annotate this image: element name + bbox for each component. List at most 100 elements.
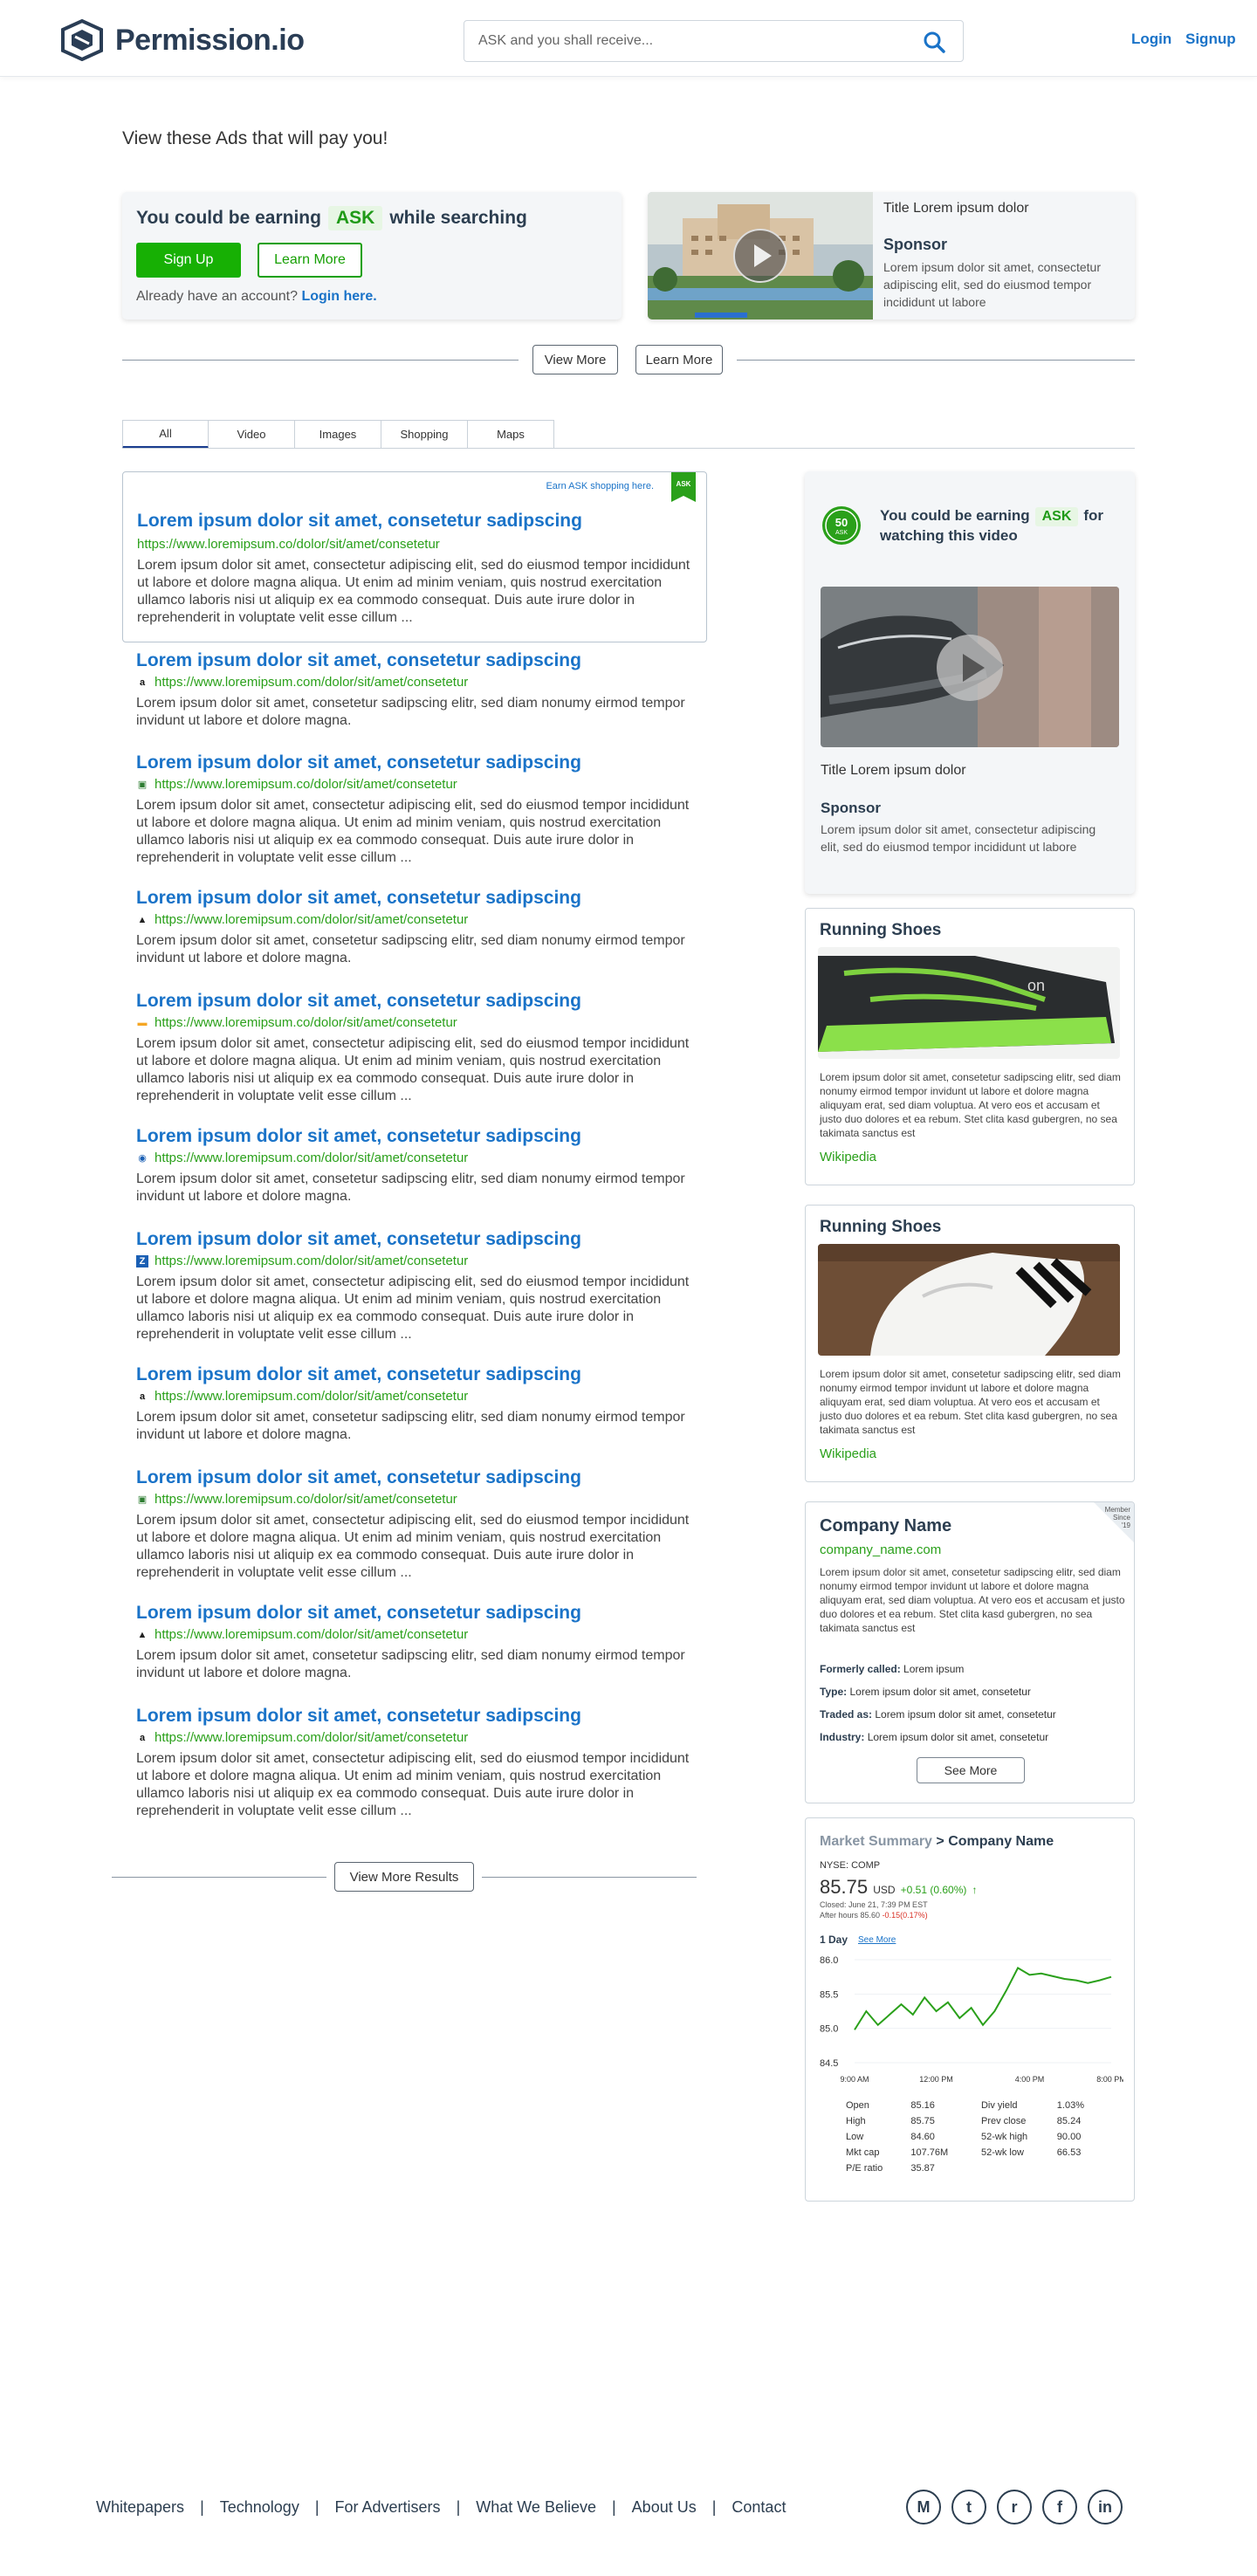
stock-stats: Open 85.16 Div yield 1.03% High 85.75 Prev clo… — [846, 2098, 1116, 2176]
wikipedia-link[interactable]: Wikipedia — [820, 1150, 876, 1164]
white-sneaker-image — [818, 1244, 1120, 1356]
divider-line — [122, 360, 519, 361]
medium-icon[interactable]: M — [906, 2490, 941, 2524]
footer-link[interactable]: Whitepapers — [96, 2498, 184, 2517]
result-snippet: Lorem ipsum dolor sit amet, consectetur … — [137, 558, 690, 625]
learn-more-outline-button[interactable]: Learn More — [635, 345, 723, 374]
sidebar-video-thumbnail[interactable] — [821, 587, 1119, 747]
result-title[interactable]: Lorem ipsum dolor sit amet, consetetur s… — [136, 1229, 695, 1250]
fact-label: Industry: — [820, 1731, 865, 1743]
search-input[interactable] — [478, 21, 897, 61]
footer-link[interactable]: About Us — [632, 2498, 697, 2517]
tab-all[interactable]: All — [122, 420, 209, 449]
result-title[interactable]: Lorem ipsum dolor sit amet, consetetur s… — [136, 1706, 695, 1727]
video-title: Title Lorem ipsum dolor — [883, 201, 1029, 216]
result-url[interactable]: https://www.loremipsum.co/dolor/sit/amet… — [137, 537, 696, 552]
learn-more-button[interactable]: Learn More — [258, 243, 362, 278]
result-url-text[interactable]: https://www.loremipsum.com/dolor/sit/ame… — [155, 675, 468, 690]
view-more-results-button[interactable]: View More Results — [334, 1862, 474, 1892]
result-url[interactable]: ▲ https://www.loremipsum.com/dolor/sit/am… — [136, 1627, 695, 1642]
result-url[interactable]: a https://www.loremipsum.com/dolor/sit/am… — [136, 675, 695, 690]
footer-link[interactable]: Contact — [732, 2498, 786, 2517]
signup-link[interactable]: Signup — [1185, 31, 1236, 48]
result-url-text[interactable]: https://www.loremipsum.co/dolor/sit/amet… — [155, 1492, 457, 1507]
login-link[interactable]: Login — [1131, 31, 1171, 48]
market-summary-label[interactable]: Market Summary — [820, 1834, 932, 1849]
brand-logo[interactable]: Permission.io — [58, 19, 305, 61]
result-url[interactable]: a https://www.loremipsum.com/dolor/sit/am… — [136, 1730, 695, 1745]
result-url-text[interactable]: https://www.loremipsum.com/dolor/sit/ame… — [155, 1730, 468, 1745]
facebook-icon[interactable]: f — [1042, 2490, 1077, 2524]
result-url-text[interactable]: https://www.loremipsum.com/dolor/sit/ame… — [155, 1151, 468, 1165]
result-url-text[interactable]: https://www.loremipsum.co/dolor/sit/amet… — [155, 1015, 457, 1030]
result-url-text[interactable]: https://www.loremipsum.com/dolor/sit/ame… — [155, 1389, 468, 1404]
x-tick-label: 12:00 PM — [919, 2075, 953, 2084]
video-ad-card[interactable]: Title Lorem ipsum dolor Sponsor Lorem ip… — [648, 192, 1135, 319]
play-icon[interactable] — [733, 229, 787, 283]
badge-line: Member — [1104, 1506, 1130, 1514]
blue-square-icon: Z — [136, 1254, 148, 1267]
linkedin-icon[interactable]: in — [1088, 2490, 1123, 2524]
footer-link[interactable]: Technology — [220, 2498, 299, 2517]
result-title[interactable]: Lorem ipsum dolor sit amet, consetetur s… — [136, 752, 695, 773]
result-url[interactable]: ◉ https://www.loremipsum.com/dolor/sit/am… — [136, 1151, 695, 1165]
result-title[interactable]: Lorem ipsum dolor sit amet, consetetur s… — [136, 1364, 695, 1385]
result-url-text[interactable]: https://www.loremipsum.com/dolor/sit/ame… — [155, 1254, 468, 1268]
company-url[interactable]: company_name.com — [820, 1542, 941, 1557]
result-snippet: Lorem ipsum dolor sit amet, consetetur s… — [136, 1410, 685, 1442]
result-url[interactable]: ▣ https://www.loremipsum.co/dolor/sit/ame… — [136, 1492, 695, 1507]
divider-line — [737, 360, 1135, 361]
amazon-icon: a — [139, 1732, 146, 1743]
stat-label: Prev close — [980, 2116, 1027, 2126]
footer-link[interactable]: What We Believe — [476, 2498, 596, 2517]
stat-value: 85.75 — [910, 2116, 935, 2126]
knowledge-card-image[interactable]: on — [818, 947, 1120, 1059]
result-url-text[interactable]: https://www.loremipsum.com/dolor/sit/ame… — [155, 912, 468, 927]
earn-suffix: watching this video — [880, 527, 1018, 544]
wikipedia-link[interactable]: Wikipedia — [820, 1446, 876, 1461]
footer-link[interactable]: For Advertisers — [335, 2498, 441, 2517]
chart-see-more-link[interactable]: See More — [858, 1935, 896, 1945]
featured-note[interactable]: Earn ASK shopping here. — [546, 481, 654, 491]
stat-label: Low — [846, 2132, 864, 2142]
x-tick-label: 9:00 AM — [840, 2075, 869, 2084]
result-title[interactable]: Lorem ipsum dolor sit amet, consetetur s… — [136, 991, 695, 1012]
result-title[interactable]: Lorem ipsum dolor sit amet, consetetur s… — [137, 511, 696, 532]
price-series-line — [854, 1967, 1112, 2030]
social-links: Mt r f in — [906, 2490, 1123, 2524]
tab-images[interactable]: Images — [295, 420, 381, 449]
view-more-button[interactable]: View More — [532, 345, 618, 374]
sidebar-video-description: Lorem ipsum dolor sit amet, consectetur … — [821, 822, 1096, 854]
twitter-icon[interactable]: t — [951, 2490, 986, 2524]
result-url[interactable]: a https://www.loremipsum.com/dolor/sit/am… — [136, 1389, 695, 1404]
result-title[interactable]: Lorem ipsum dolor sit amet, consetetur s… — [136, 1467, 695, 1488]
stat-row: High 85.75 Prev close 85.24 — [846, 2113, 1116, 2129]
search-icon[interactable] — [923, 31, 945, 53]
brand-name: Permission.io — [115, 23, 305, 57]
login-here-link[interactable]: Login here. — [301, 289, 376, 304]
play-icon[interactable] — [936, 634, 1004, 702]
result-url-text[interactable]: https://www.loremipsum.com/dolor/sit/ame… — [155, 1627, 468, 1642]
see-more-button[interactable]: See More — [917, 1757, 1025, 1783]
tab-shopping[interactable]: Shopping — [381, 420, 468, 449]
result-url[interactable]: Zhttps://www.loremipsum.com/dolor/sit/am… — [136, 1254, 695, 1268]
video-thumbnail[interactable] — [648, 192, 873, 319]
sign-up-button[interactable]: Sign Up — [136, 243, 241, 278]
result-url-text[interactable]: https://www.loremipsum.co/dolor/sit/amet… — [155, 777, 457, 792]
earn-ask-card: You could be earning ASK while searching S… — [122, 192, 622, 319]
result-url[interactable]: ▬ https://www.loremipsum.co/dolor/sit/ame… — [136, 1015, 695, 1030]
result-title[interactable]: Lorem ipsum dolor sit amet, consetetur s… — [136, 888, 695, 909]
result-url[interactable]: ▣ https://www.loremipsum.co/dolor/sit/ame… — [136, 777, 695, 792]
result-url[interactable]: ▲ https://www.loremipsum.com/dolor/sit/am… — [136, 912, 695, 927]
result-title[interactable]: Lorem ipsum dolor sit amet, consetetur s… — [136, 1603, 695, 1624]
result-snippet: Lorem ipsum dolor sit amet, consetetur s… — [136, 1171, 685, 1204]
company-fact: Traded as: Lorem ipsum dolor sit amet, c… — [820, 1708, 1056, 1721]
reddit-icon[interactable]: r — [997, 2490, 1032, 2524]
result-title[interactable]: Lorem ipsum dolor sit amet, consetetur s… — [136, 650, 695, 671]
range-selector[interactable]: 1 Day — [820, 1934, 848, 1946]
tab-video[interactable]: Video — [209, 420, 295, 449]
footer-separator: | — [611, 2498, 616, 2516]
tab-maps[interactable]: Maps — [468, 420, 554, 449]
knowledge-card-image[interactable] — [818, 1244, 1120, 1356]
result-title[interactable]: Lorem ipsum dolor sit amet, consetetur s… — [136, 1126, 695, 1147]
